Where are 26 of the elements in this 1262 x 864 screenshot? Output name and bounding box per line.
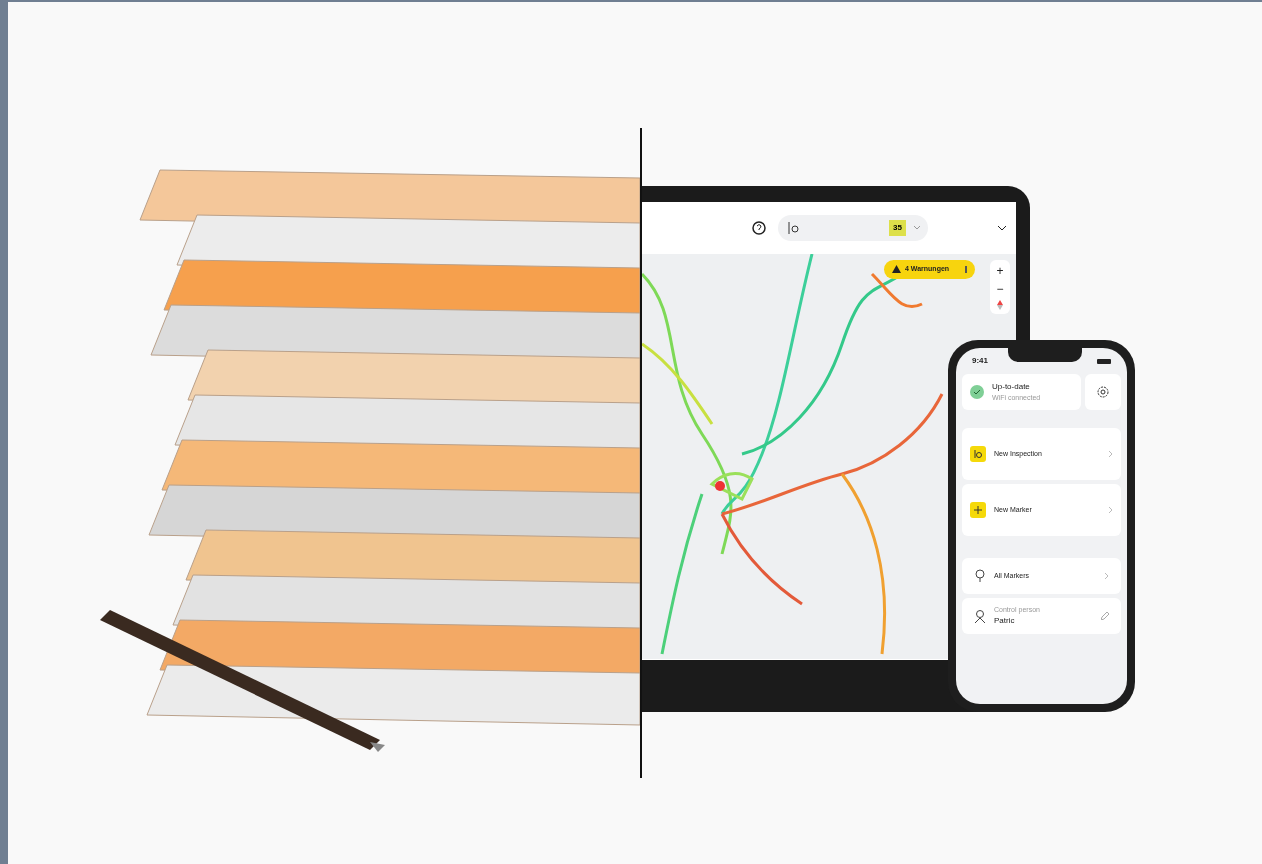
- settings-button[interactable]: [1085, 374, 1121, 410]
- route-selector[interactable]: 35: [778, 215, 928, 241]
- info-icon: [965, 265, 968, 273]
- inspection-icon: [970, 446, 986, 462]
- chevron-icon: [1109, 507, 1113, 513]
- zoom-in-button[interactable]: +: [996, 264, 1004, 278]
- inspection-icon: [786, 221, 800, 235]
- chevron-icon: [1105, 573, 1109, 579]
- warning-icon: [892, 265, 901, 274]
- chevron-icon: [998, 225, 1006, 231]
- battery-icon: [1097, 358, 1111, 364]
- compass-icon[interactable]: [997, 300, 1003, 310]
- status-time: 9:41: [972, 355, 988, 367]
- sync-title: Up-to-date: [992, 380, 1031, 393]
- plus-icon: [970, 502, 986, 518]
- zoom-out-button[interactable]: −: [996, 282, 1004, 296]
- help-icon[interactable]: [752, 221, 766, 235]
- pin-icon: [974, 569, 986, 583]
- person-icon: [974, 609, 986, 623]
- pencil-icon[interactable]: [1101, 612, 1109, 620]
- person-name: Patric: [994, 615, 1016, 628]
- settings-icon: [1097, 386, 1109, 398]
- count-badge: 35: [889, 220, 906, 236]
- check-icon: [970, 385, 984, 399]
- chevron-icon: [914, 226, 920, 230]
- chevron-icon: [1109, 451, 1113, 457]
